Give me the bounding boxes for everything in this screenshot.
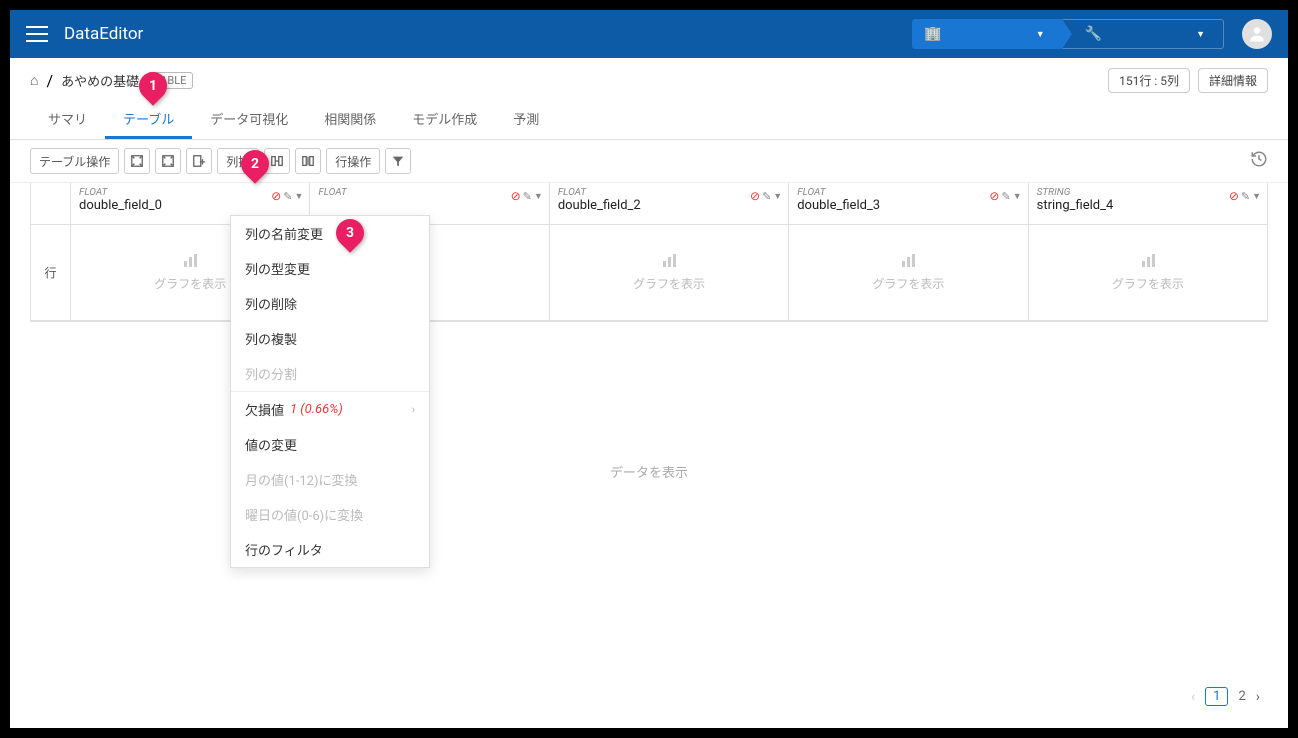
top-bar: DataEditor 🏢 ▼ 🔧 ▼ xyxy=(10,10,1288,58)
tool-selector[interactable]: 🔧 ▼ xyxy=(1063,19,1224,49)
edit-icon[interactable]: ✎ xyxy=(1001,190,1010,203)
breadcrumb-item[interactable]: あやめの基礎 xyxy=(61,71,139,90)
warning-icon: ⊘ xyxy=(750,189,760,203)
home-icon[interactable]: ⌂ xyxy=(30,72,38,89)
column-header[interactable]: STRING string_field_4 ⊘✎▼ xyxy=(1029,183,1267,225)
chart-cell[interactable]: グラフを表示 xyxy=(789,225,1027,321)
building-icon: 🏢 xyxy=(924,26,941,42)
rowcol-info[interactable]: 151行 : 5列 xyxy=(1108,68,1190,93)
app-title: DataEditor xyxy=(64,24,912,44)
column-header[interactable]: FLOAT double_field_2 ⊘✎▼ xyxy=(550,183,788,225)
column-4: STRING string_field_4 ⊘✎▼ グラフを表示 xyxy=(1029,183,1267,321)
tab-correlation[interactable]: 相関関係 xyxy=(306,99,394,139)
top-right: 🏢 ▼ 🔧 ▼ xyxy=(912,19,1272,49)
tabs: サマリ テーブル データ可視化 相関関係 モデル作成 予測 xyxy=(10,99,1288,140)
menu-split: 列の分割 xyxy=(231,356,429,391)
chevron-down-icon[interactable]: ▼ xyxy=(534,191,543,202)
tab-model[interactable]: モデル作成 xyxy=(394,99,495,139)
page-1[interactable]: 1 xyxy=(1205,687,1228,706)
column-header[interactable]: FLOAT double_field_3 ⊘✎▼ xyxy=(789,183,1027,225)
wrench-icon: 🔧 xyxy=(1085,26,1102,42)
chevron-right-icon: › xyxy=(412,403,415,416)
split-icon[interactable] xyxy=(295,148,321,174)
add-column-icon[interactable] xyxy=(186,148,212,174)
menu-retype[interactable]: 列の型変更 xyxy=(231,251,429,286)
table-ops-button[interactable]: テーブル操作 xyxy=(30,148,119,174)
tab-predict[interactable]: 予測 xyxy=(495,99,557,139)
menu-weekday: 曜日の値(0-6)に変換 xyxy=(231,497,429,532)
menu-delete[interactable]: 列の削除 xyxy=(231,286,429,321)
pagination: ‹ 1 2 › xyxy=(1191,687,1260,706)
edit-icon[interactable]: ✎ xyxy=(283,190,292,203)
expand-icon[interactable] xyxy=(124,148,150,174)
next-page[interactable]: › xyxy=(1256,689,1260,705)
collapse-icon[interactable] xyxy=(155,148,181,174)
filter-icon[interactable] xyxy=(385,148,411,174)
workspace-selector[interactable]: 🏢 ▼ xyxy=(912,19,1062,49)
user-avatar[interactable] xyxy=(1242,19,1272,49)
menu-change-value[interactable]: 値の変更 xyxy=(231,427,429,462)
column-2: FLOAT double_field_2 ⊘✎▼ グラフを表示 xyxy=(550,183,789,321)
edit-icon[interactable]: ✎ xyxy=(1241,190,1250,203)
detail-button[interactable]: 詳細情報 xyxy=(1198,68,1268,93)
menu-month: 月の値(1-12)に変換 xyxy=(231,462,429,497)
chevron-down-icon[interactable]: ▼ xyxy=(294,191,303,202)
warning-icon: ⊘ xyxy=(989,189,999,203)
chart-cell[interactable]: グラフを表示 xyxy=(1029,225,1267,321)
tab-summary[interactable]: サマリ xyxy=(30,99,105,139)
edit-icon[interactable]: ✎ xyxy=(762,190,771,203)
toolbar: テーブル操作 列操 行操作 xyxy=(10,140,1288,183)
menu-missing[interactable]: 欠損値 1 (0.66%) › xyxy=(231,392,429,427)
page-2[interactable]: 2 xyxy=(1238,689,1245,704)
tab-table[interactable]: テーブル xyxy=(105,99,192,139)
row-label: 行 xyxy=(31,225,70,321)
warning-icon: ⊘ xyxy=(1229,189,1239,203)
menu-rename[interactable]: 列の名前変更 xyxy=(231,216,429,251)
column-context-menu: 列の名前変更 列の型変更 列の削除 列の複製 列の分割 欠損値 1 (0.66%… xyxy=(230,215,430,568)
breadcrumb-sep: / xyxy=(46,71,53,90)
warning-icon: ⊘ xyxy=(271,189,281,203)
history-icon[interactable] xyxy=(1250,150,1268,172)
menu-icon[interactable] xyxy=(26,26,48,42)
data-area: データを表示 xyxy=(10,322,1288,682)
breadcrumb-bar: ⌂ / あやめの基礎 TABLE 151行 : 5列 詳細情報 xyxy=(10,58,1288,99)
menu-filter[interactable]: 行のフィルタ xyxy=(231,532,429,567)
chevron-down-icon[interactable]: ▼ xyxy=(1252,191,1261,202)
tab-visualize[interactable]: データ可視化 xyxy=(192,99,306,139)
menu-duplicate[interactable]: 列の複製 xyxy=(231,321,429,356)
chart-cell[interactable]: グラフを表示 xyxy=(550,225,788,321)
chevron-down-icon: ▼ xyxy=(1196,29,1205,40)
data-table: 行 FLOAT double_field_0 ⊘✎▼ グラフを表示 FLOAT … xyxy=(30,183,1268,322)
chevron-down-icon[interactable]: ▼ xyxy=(1013,191,1022,202)
edit-icon[interactable]: ✎ xyxy=(523,190,532,203)
prev-page: ‹ xyxy=(1191,689,1195,705)
chevron-down-icon: ▼ xyxy=(1036,29,1045,40)
column-3: FLOAT double_field_3 ⊘✎▼ グラフを表示 xyxy=(789,183,1028,321)
data-placeholder[interactable]: データを表示 xyxy=(610,462,688,481)
warning-icon: ⊘ xyxy=(511,189,521,203)
row-ops-button[interactable]: 行操作 xyxy=(326,148,380,174)
chevron-down-icon[interactable]: ▼ xyxy=(773,191,782,202)
row-index-column: 行 xyxy=(31,183,71,321)
